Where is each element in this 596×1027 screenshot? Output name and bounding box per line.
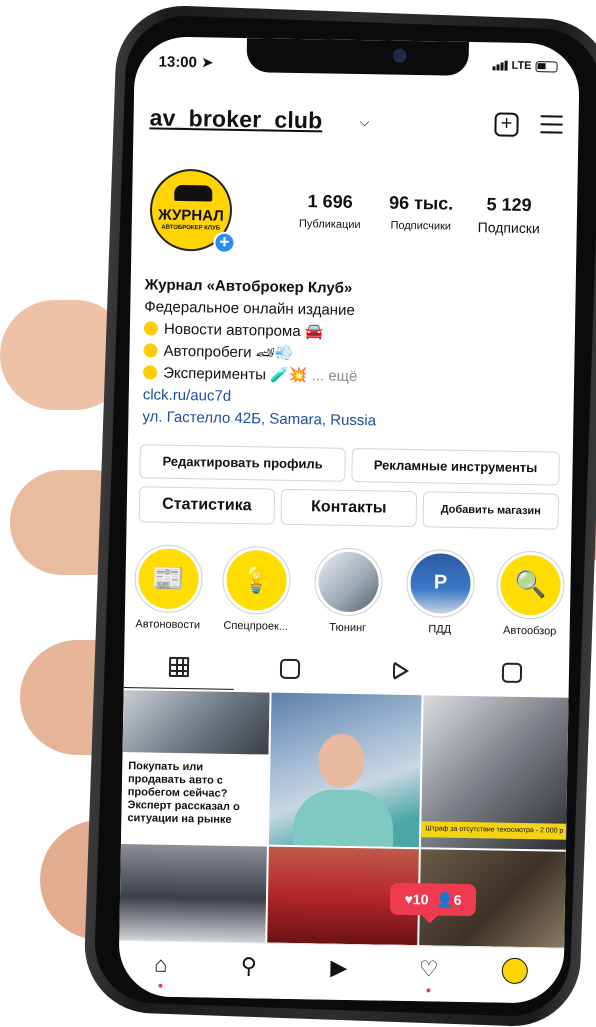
status-time: 13:00 ➤ [158,53,214,72]
newspaper-icon: 📰 [152,562,186,594]
bio-more-link[interactable]: ... ещё [311,367,357,385]
ad-tools-button[interactable]: Рекламные инструменты [351,447,560,486]
reels-icon [279,658,301,679]
post-banner: Штраф за отсутствие техосмотра - 2 000 р [421,821,567,840]
tab-reels[interactable] [235,648,346,692]
highlight-label: Автообзор [502,624,557,638]
home-icon[interactable]: ⌂ [140,951,181,988]
parking-photo: P [410,553,472,615]
post-image [122,690,270,755]
grid-icon [168,656,190,677]
highlight-review[interactable]: 🔍 Автообзор [491,550,570,638]
play-icon [392,660,410,681]
menu-icon[interactable] [540,115,563,134]
person-photo [292,789,394,848]
car-logo-icon [174,184,213,202]
avatar-logo-subtext: АВТОБРОКЕР КЛУБ [161,224,221,232]
highlight-tuning[interactable]: Тюнинг [309,547,388,634]
post-tile[interactable] [119,843,267,943]
stat-followers-value: 96 тыс. [388,192,454,214]
avatar [501,957,529,985]
stat-following-label: Подписки [477,219,540,237]
highlight-special[interactable]: 💡 Спецпроек... [217,545,296,633]
lightbulb-icon: 💡 [240,564,274,595]
stat-following-value: 5 129 [486,194,532,216]
yellow-circle-icon [143,343,158,358]
highlight-news[interactable]: 📰 Автоновости [129,544,208,631]
network-label: LTE [511,59,532,73]
search-icon[interactable]: ⚲ [228,953,269,990]
avatar-logo-text: ЖУРНАЛ [157,206,224,225]
person-icon: 👤 [436,891,454,908]
likes-count: 10 [412,891,429,908]
highlight-traffic-rules[interactable]: P ПДД [401,548,480,636]
heart-nav-icon[interactable]: ♡ [408,956,449,993]
add-shop-button[interactable]: Добавить магазин [422,491,560,530]
status-right: LTE [492,59,558,73]
tab-video[interactable] [346,650,457,694]
yellow-circle-icon [143,365,158,380]
tab-tagged[interactable] [457,652,568,696]
edit-profile-button[interactable]: Редактировать профиль [139,444,346,482]
car-magnifier-icon: 🔍 [514,568,547,600]
post-tile[interactable]: Штраф за отсутствие техосмотра - 2 000 р [420,695,569,850]
username[interactable]: av_broker_club [149,104,322,134]
contacts-button[interactable]: Контакты [280,488,418,528]
post-tile[interactable] [268,692,422,848]
yellow-circle-icon [143,321,159,336]
post-tile[interactable]: Покупать или продавать авто с пробегом с… [120,690,270,845]
heart-icon: ♥ [404,890,414,908]
bio: Журнал «Автоброкер Клуб» Федеральное онл… [142,274,562,435]
battery-icon [535,60,558,72]
followers-count: 6 [453,891,462,908]
new-post-button[interactable]: + [494,112,519,137]
status-bar: 13:00 ➤ LTE [158,49,558,80]
stat-posts-value: 1 696 [307,191,353,212]
stat-posts-label: Публикации [298,218,361,232]
add-story-button[interactable]: + [213,231,236,254]
post-caption: Покупать или продавать авто с пробегом с… [127,760,240,826]
highlight-label: ПДД [428,623,452,636]
profile-tabs [123,646,570,696]
signal-icon [492,60,508,71]
unread-dot [158,983,163,988]
activity-notification[interactable]: ♥10 👤6 [389,882,477,917]
reels-nav-icon[interactable]: ▶ [318,954,359,991]
profile-nav-avatar[interactable] [494,957,535,995]
phone-screen: 13:00 ➤ LTE av_broker_club ⌵ + ЖУРНАЛ АВ… [118,36,580,1004]
stat-followers-label: Подписчики [390,219,452,233]
chevron-down-icon[interactable]: ⌵ [359,114,369,130]
person-face [317,733,365,789]
unread-dot [426,988,431,993]
highlight-label: Автоновости [135,618,201,632]
highlight-label: Тюнинг [329,621,367,635]
car-photo [318,551,380,613]
bottom-nav: ⌂ ⚲ ▶ ♡ [118,939,565,1004]
highlight-label: Спецпроек... [223,619,289,633]
stat-following[interactable]: 5 129 Подписки [464,194,555,237]
stat-posts[interactable]: 1 696 Публикации [282,191,379,232]
tab-grid[interactable] [123,646,235,690]
insights-button[interactable]: Статистика [138,486,276,525]
tagged-person-icon [501,662,523,683]
profile-header: av_broker_club ⌵ + [149,104,563,143]
stat-followers[interactable]: 96 тыс. Подписчики [376,192,467,233]
